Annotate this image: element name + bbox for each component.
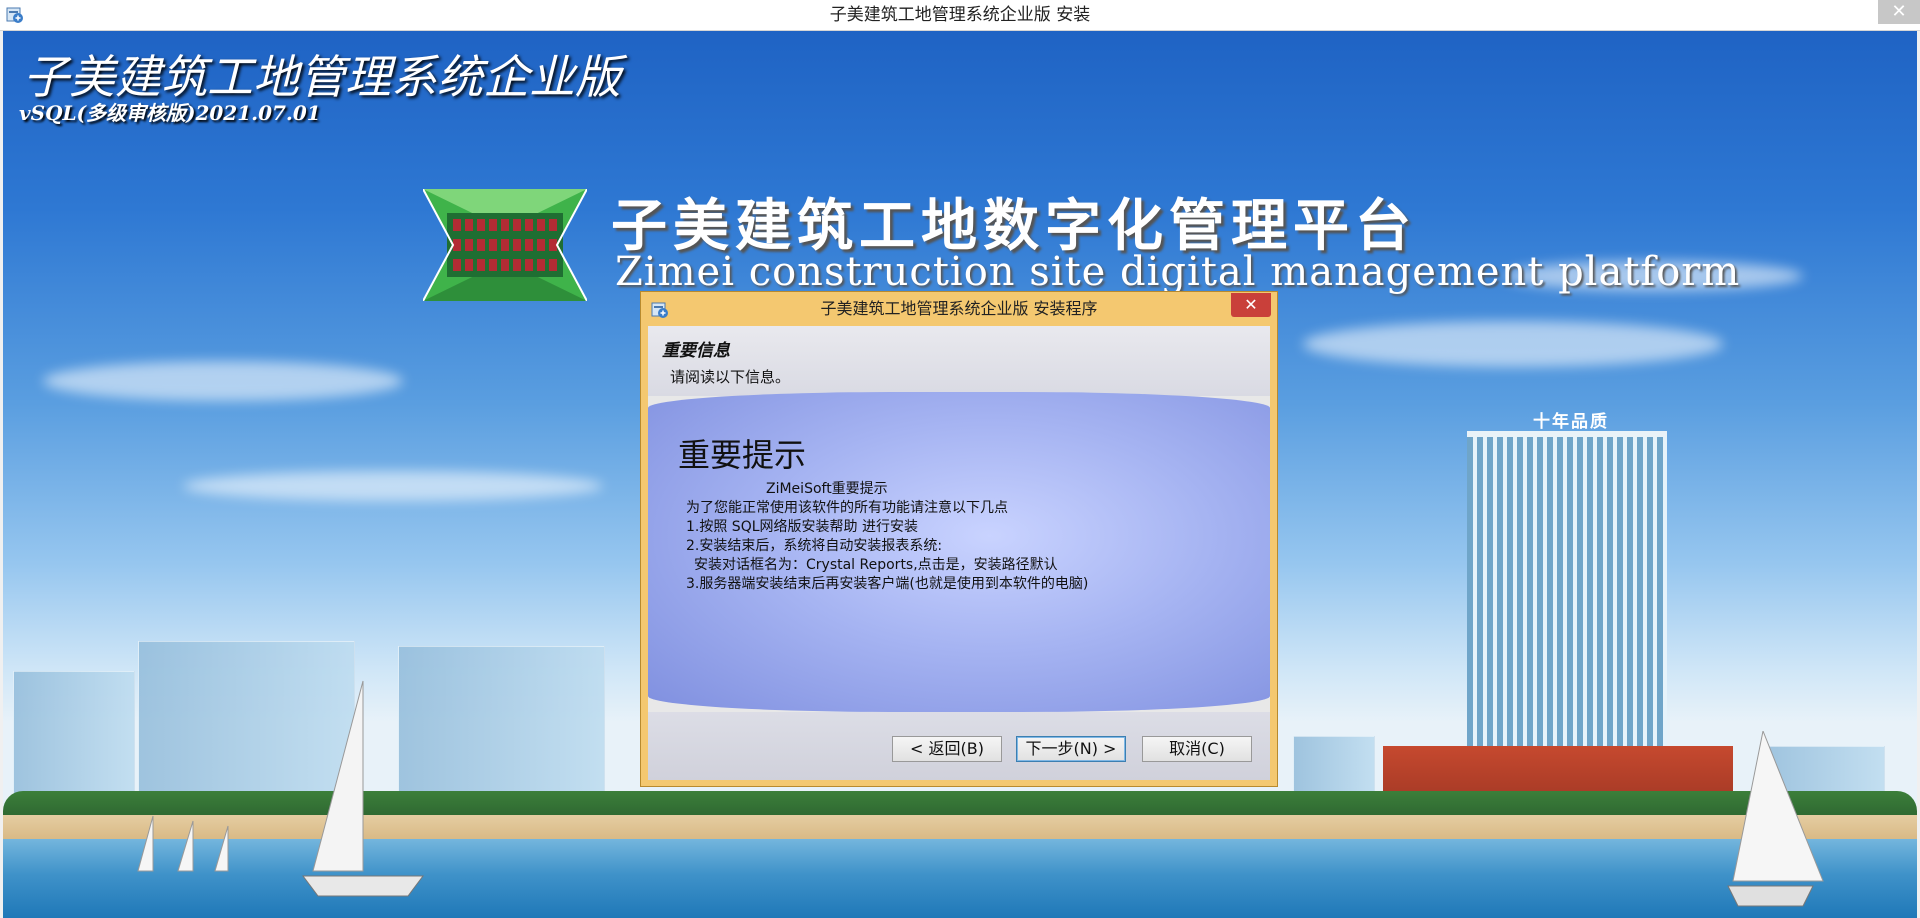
building: [1293, 736, 1375, 798]
next-button[interactable]: 下一步(N) >: [1016, 736, 1126, 762]
header-title: 重要信息: [662, 341, 730, 361]
cloud: [1303, 321, 1723, 367]
content-line: 安装对话框名为：Crystal Reports,点击是，安装路径默认: [694, 557, 1058, 573]
cloud: [43, 361, 403, 401]
building: [13, 671, 135, 798]
content-line: 2.安装结束后，系统将自动安装报表系统:: [686, 538, 943, 554]
dialog-client-area: 重要信息 请阅读以下信息。 重要提示 ZiMeiSoft重要提示 为了您能正常使…: [648, 326, 1270, 780]
sea: [3, 839, 1917, 918]
cancel-button[interactable]: 取消(C): [1142, 736, 1252, 762]
sailboat-small: [137, 815, 229, 872]
installer-window: 子美建筑工地管理系统企业版 安装 ✕ 十年品质 子美建筑工地管理系统企业版 vS…: [0, 0, 1920, 918]
logo-icon: [423, 189, 587, 301]
content-line: 为了您能正常使用该软件的所有功能请注意以下几点: [686, 500, 1008, 516]
info-panel: 重要提示 ZiMeiSoft重要提示 为了您能正常使用该软件的所有功能请注意以下…: [648, 392, 1270, 712]
tower-building: [1467, 431, 1667, 782]
content-line: 1.按照 SQL网络版安装帮助 进行安装: [686, 519, 918, 535]
content-line: ZiMeiSoft重要提示: [766, 481, 888, 497]
header-subtitle: 请阅读以下信息。: [670, 368, 791, 386]
dialog-header: 重要信息 请阅读以下信息。: [648, 326, 1270, 396]
product-version: vSQL(多级审核版)2021.07.01: [19, 101, 321, 125]
tower-sign: 十年品质: [1533, 412, 1609, 432]
sailboat-left: [302, 680, 424, 897]
sailboat-right: [1727, 731, 1824, 907]
outer-title-bar: 子美建筑工地管理系统企业版 安装 ✕: [0, 0, 1920, 31]
tower-podium: [1383, 746, 1733, 796]
content-line: 3.服务器端安装结束后再安装客户端(也就是使用到本软件的电脑): [686, 576, 1089, 592]
back-button[interactable]: < 返回(B): [892, 736, 1002, 762]
content-heading: 重要提示: [678, 436, 807, 474]
beach: [3, 815, 1917, 841]
cloud: [183, 471, 603, 501]
dialog-title-bar: 子美建筑工地管理系统企业版 安装程序 ✕: [641, 292, 1277, 326]
installer-dialog: 子美建筑工地管理系统企业版 安装程序 ✕ 重要信息 请阅读以下信息。 重要提示 …: [640, 291, 1278, 787]
close-icon[interactable]: ✕: [1878, 0, 1920, 24]
platform-title-en: Zimei construction site digital manageme…: [615, 249, 1741, 295]
dialog-close-icon[interactable]: ✕: [1231, 293, 1271, 317]
dialog-title: 子美建筑工地管理系统企业版 安装程序: [820, 299, 1098, 318]
window-title: 子美建筑工地管理系统企业版 安装: [829, 5, 1091, 25]
dialog-footer: < 返回(B) 下一步(N) > 取消(C): [648, 712, 1270, 780]
